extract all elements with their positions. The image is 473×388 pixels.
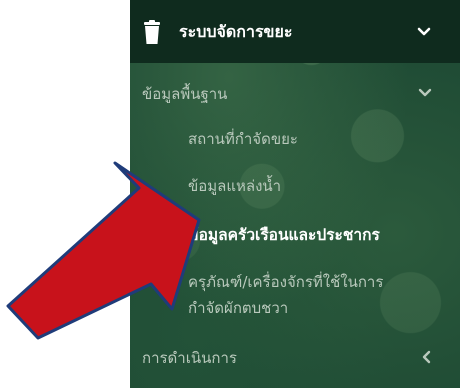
sidebar-item-label: สถานที่กำจัดขยะ — [188, 130, 298, 148]
sidebar-group-operations[interactable]: การดำเนินการ — [130, 344, 460, 372]
sidebar-group-label: ข้อมูลพื้นฐาน — [142, 85, 228, 103]
sidebar-item-label-continued: กำจัดผักตบชวา — [188, 299, 289, 317]
trash-icon — [144, 20, 160, 44]
sidebar-item-label: ข้อมูลแหล่งน้ำ — [188, 177, 282, 195]
sidebar-section-label: ระบบจัดการขยะ — [179, 22, 293, 41]
chevron-left-icon[interactable] — [420, 350, 434, 364]
sidebar-item-label: ข้อมูลครัวเรือนและประชากร — [188, 226, 380, 244]
sidebar-item-households-population[interactable]: ข้อมูลครัวเรือนและประชากร — [130, 220, 460, 248]
sidebar-group-label: การดำเนินการ — [142, 349, 237, 367]
sidebar: ระบบจัดการขยะ ข้อมูลพื้นฐาน สถานที่กำจัด… — [130, 0, 460, 388]
sidebar-group-basic-data[interactable]: ข้อมูลพื้นฐาน — [130, 80, 460, 108]
sidebar-section-waste-management[interactable]: ระบบจัดการขยะ — [130, 0, 460, 63]
chevron-down-icon[interactable] — [418, 86, 432, 100]
sidebar-item-disposal-sites[interactable]: สถานที่กำจัดขยะ — [130, 125, 460, 153]
chevron-down-icon[interactable] — [417, 25, 431, 39]
sidebar-item-water-sources[interactable]: ข้อมูลแหล่งน้ำ — [130, 172, 460, 200]
sidebar-item-equipment-machinery[interactable]: ครุภัณฑ์/เครื่องจักรที่ใช้ในการ กำจัดผัก… — [130, 268, 460, 322]
sidebar-item-label: ครุภัณฑ์/เครื่องจักรที่ใช้ในการ — [188, 273, 384, 291]
